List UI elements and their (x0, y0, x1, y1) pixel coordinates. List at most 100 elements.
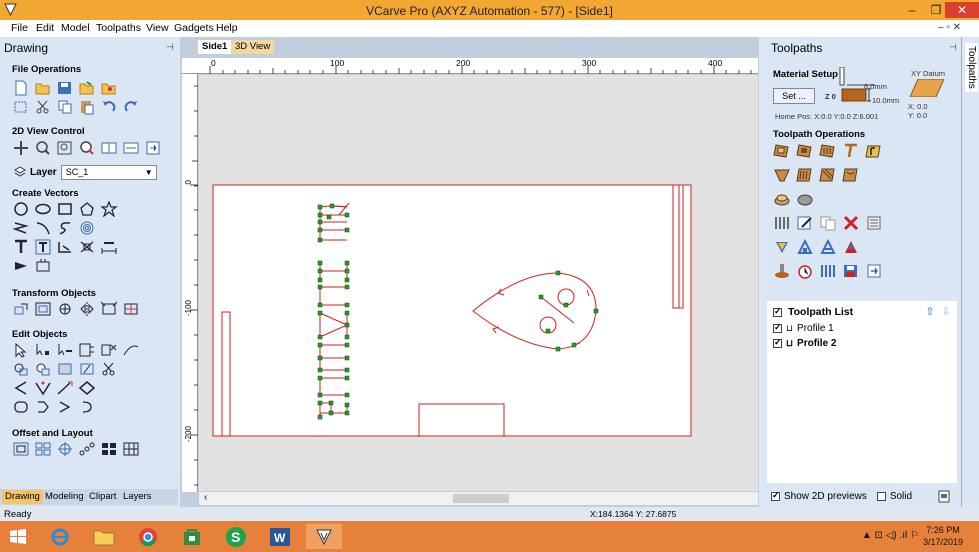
moulding-toolpath-icon[interactable] (773, 167, 791, 183)
taskbar-chrome[interactable] (130, 524, 166, 549)
toolpath-templates-icon[interactable] (773, 215, 791, 231)
scroll-left-icon[interactable]: ‹ (204, 492, 207, 503)
toolpath-item-2[interactable]: ⊔ Profile 2 (773, 337, 837, 349)
profile-toolpath-icon[interactable] (773, 143, 791, 159)
time-estimate-icon[interactable] (796, 263, 814, 279)
zoom-box-icon[interactable] (34, 140, 52, 156)
chamfer-icon[interactable] (34, 399, 52, 415)
overlap-icon[interactable] (78, 361, 96, 377)
toggle-grid-icon[interactable] (100, 140, 118, 156)
xy-datum-icon[interactable] (910, 79, 944, 97)
fluting-toolpath-icon[interactable] (819, 167, 837, 183)
tab-side1[interactable]: Side1 (198, 40, 232, 54)
offset-arc-icon[interactable] (78, 399, 96, 415)
toolpath-2-checkbox[interactable] (773, 337, 782, 348)
node-edit-icon[interactable] (34, 342, 52, 358)
texture-toolpath-icon[interactable] (842, 167, 860, 183)
toolpath-tiling-icon[interactable] (819, 239, 837, 255)
draw-polyline-icon[interactable] (12, 220, 30, 236)
taskbar-vcarve[interactable] (306, 524, 342, 549)
new-file-icon[interactable] (12, 80, 30, 96)
move-down-arrow-icon[interactable]: ⇩ (939, 305, 953, 319)
minimize-button[interactable]: – (901, 2, 923, 18)
menu-gadgets[interactable]: Gadgets (174, 22, 214, 34)
merge-toolpaths-icon[interactable] (796, 239, 814, 255)
layer-dropdown[interactable]: SC_1 ▼ (60, 164, 157, 180)
draw-fillet-icon[interactable] (12, 258, 30, 274)
scale-icon[interactable] (34, 301, 52, 317)
pan-icon[interactable] (12, 140, 30, 156)
scrollbar-thumb[interactable] (453, 494, 509, 503)
taskbar-store[interactable] (174, 524, 210, 549)
material-sheet[interactable] (212, 184, 692, 437)
tab-toolpaths-side[interactable]: Toolpaths (965, 43, 978, 92)
menu-file[interactable]: File (11, 22, 28, 34)
draw-curve-icon[interactable] (56, 220, 74, 236)
close-vector-icon[interactable] (34, 380, 52, 396)
set-material-button[interactable]: Set ... (773, 88, 815, 104)
delete-toolpath-icon[interactable] (842, 215, 860, 231)
dimension-icon[interactable] (100, 239, 118, 255)
tab-3d-view[interactable]: 3D View (231, 40, 275, 54)
undo-icon[interactable] (100, 99, 118, 115)
copy-toolpath-icon[interactable] (819, 215, 837, 231)
menu-model[interactable]: Model (61, 22, 90, 34)
copy-icon[interactable] (56, 99, 74, 115)
draw-dogbone-icon[interactable] (34, 258, 52, 274)
move-icon[interactable] (12, 301, 30, 317)
draw-circle-icon[interactable] (12, 201, 30, 217)
curve-fit-icon[interactable] (12, 380, 30, 396)
scissors-icon[interactable] (100, 361, 118, 377)
toolpath-1-checkbox[interactable] (773, 322, 782, 333)
text-on-curve-icon[interactable] (56, 239, 74, 255)
delete-nodes-icon[interactable] (100, 342, 118, 358)
paste-icon[interactable] (78, 99, 96, 115)
draw-arc-icon[interactable] (34, 220, 52, 236)
tiling-icon[interactable] (122, 441, 140, 457)
select-all-icon[interactable] (12, 99, 30, 115)
nesting-icon[interactable] (100, 441, 118, 457)
draw-rectangle-icon[interactable] (56, 201, 74, 217)
taskbar-word[interactable]: W (262, 524, 298, 549)
fillet-icon[interactable] (12, 399, 30, 415)
pocket-toolpath-icon[interactable] (796, 143, 814, 159)
taskbar-internet-explorer[interactable] (42, 524, 78, 549)
extend-icon[interactable] (56, 380, 74, 396)
import-vectors-icon[interactable] (78, 80, 96, 96)
auto-layout-text-icon[interactable] (34, 239, 52, 255)
drawing-canvas[interactable] (199, 75, 758, 491)
draw-polygon-icon[interactable] (78, 201, 96, 217)
save-file-icon[interactable] (56, 80, 74, 96)
rotate-icon[interactable] (56, 301, 74, 317)
system-tray[interactable]: ▲ ⊡ ◁) .ıl ⚐ (862, 530, 919, 541)
tab-modeling[interactable]: Modeling (42, 490, 87, 504)
array-copy-icon[interactable] (34, 441, 52, 457)
taskbar-clock[interactable]: 7:26 PM 3/17/2019 (923, 524, 963, 548)
mirror-icon[interactable] (78, 301, 96, 317)
text-arc-icon[interactable] (78, 239, 96, 255)
select-icon[interactable] (12, 342, 30, 358)
offset-icon[interactable] (12, 441, 30, 457)
weld-icon[interactable] (12, 361, 30, 377)
toggle-vectors-icon[interactable] (122, 140, 140, 156)
align-icon[interactable] (100, 301, 118, 317)
close-button[interactable]: ✕ (945, 2, 979, 18)
open-file-icon[interactable] (34, 80, 52, 96)
redo-icon[interactable] (122, 99, 140, 115)
taskbar-file-explorer[interactable] (86, 524, 122, 549)
draw-star-icon[interactable] (100, 201, 118, 217)
edit-toolpath-icon[interactable] (796, 215, 814, 231)
export-toolpaths-icon[interactable] (865, 263, 883, 279)
tab-drawing[interactable]: Drawing (2, 490, 43, 504)
horizontal-scrollbar[interactable]: ‹ (199, 492, 758, 505)
menu-help[interactable]: Help (216, 22, 238, 34)
toolpath-list-checkbox[interactable] (773, 306, 782, 317)
toolpath-item-1[interactable]: ⊔ Profile 1 (773, 322, 834, 334)
circular-copy-icon[interactable] (56, 441, 74, 457)
show-2d-previews-checkbox[interactable] (771, 490, 780, 501)
move-up-arrow-icon[interactable]: ⇧ (923, 305, 937, 319)
solid-checkbox[interactable] (876, 492, 886, 501)
vcarve-toolpath-icon[interactable] (842, 143, 860, 159)
interactive-trim-icon[interactable] (56, 342, 74, 358)
toolpath-summary-doc-icon[interactable] (938, 490, 950, 503)
